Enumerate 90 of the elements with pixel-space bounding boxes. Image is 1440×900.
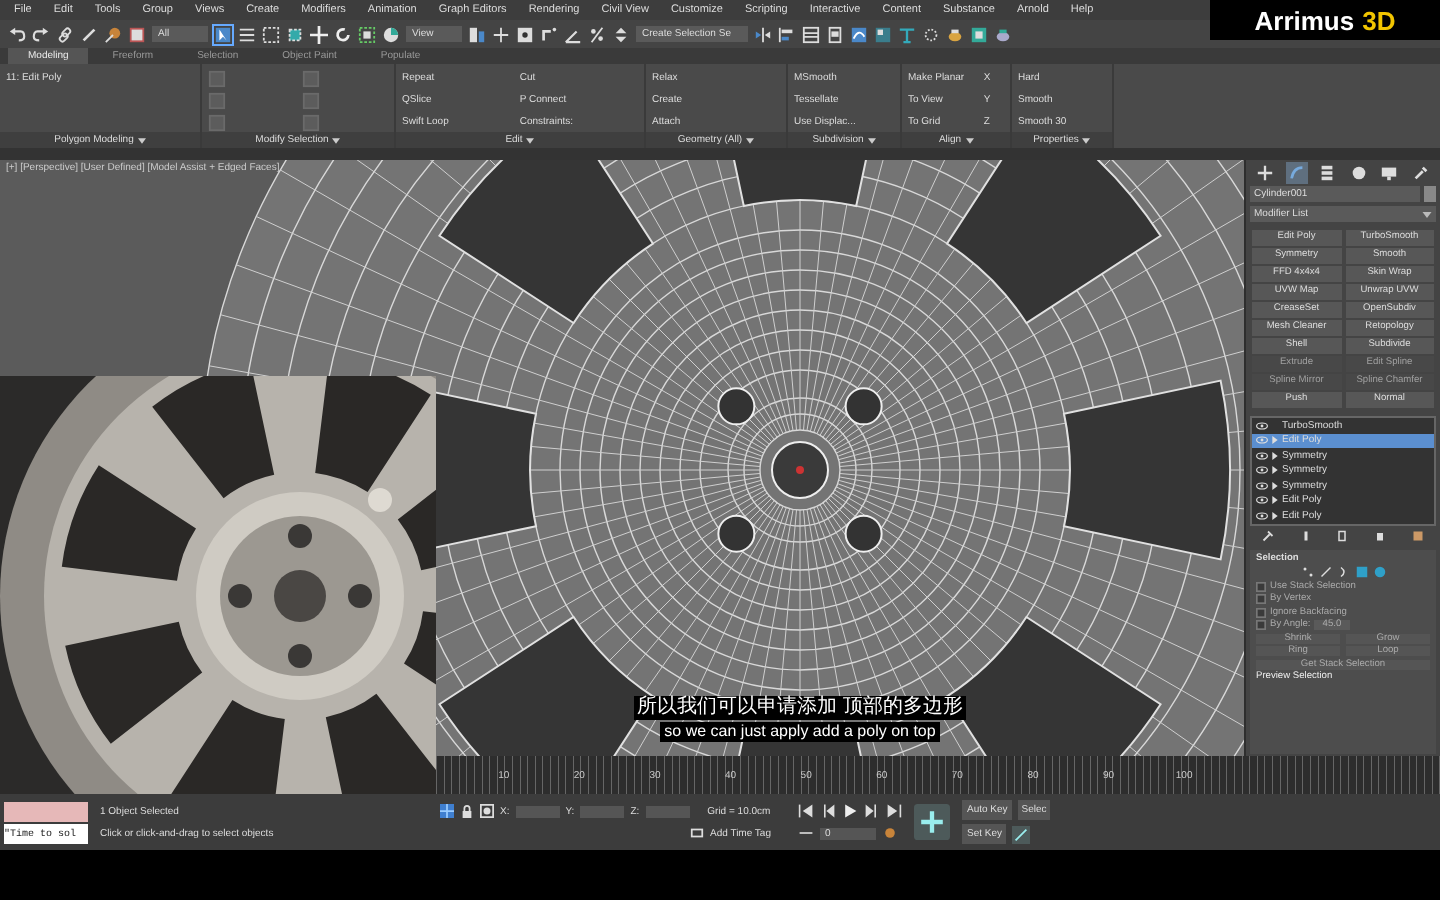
crosshair-icon[interactable] xyxy=(492,25,510,43)
play-icon[interactable] xyxy=(842,804,859,818)
modify-tab-icon[interactable] xyxy=(1285,161,1308,183)
caret-icon xyxy=(526,137,535,143)
caret-icon xyxy=(965,137,974,143)
lock-icon[interactable] xyxy=(460,804,474,818)
eye-icon[interactable] xyxy=(1256,496,1268,505)
key-mode-icon[interactable] xyxy=(798,826,815,840)
link-icon[interactable] xyxy=(56,25,74,43)
time-config-icon[interactable] xyxy=(882,826,899,840)
configure-icon[interactable] xyxy=(1411,529,1424,541)
bind-icon[interactable] xyxy=(104,25,122,43)
snap-icon[interactable] xyxy=(540,25,558,43)
select-icon[interactable] xyxy=(214,25,232,43)
teapot-icon[interactable] xyxy=(994,25,1012,43)
checkbox[interactable] xyxy=(1256,581,1266,591)
expand-arrow-icon[interactable] xyxy=(1272,511,1278,520)
delete-icon[interactable] xyxy=(1374,529,1387,541)
spinner-snap-icon[interactable] xyxy=(612,25,630,43)
checkbox[interactable] xyxy=(1256,594,1266,604)
percent-snap-icon[interactable] xyxy=(588,25,606,43)
align-icon[interactable] xyxy=(778,25,796,43)
expand-arrow-icon[interactable] xyxy=(1272,496,1278,505)
rotate-icon[interactable] xyxy=(334,25,352,43)
pie-icon[interactable] xyxy=(382,25,400,43)
unique-icon[interactable] xyxy=(1336,529,1349,541)
region-icon[interactable] xyxy=(262,25,280,43)
eye-icon[interactable] xyxy=(1256,451,1268,460)
show-result-icon[interactable] xyxy=(1299,529,1312,541)
schematic-icon[interactable] xyxy=(874,25,892,43)
add-key-icon[interactable] xyxy=(914,804,951,840)
expand-arrow-icon[interactable] xyxy=(1272,466,1278,475)
frame-icon[interactable] xyxy=(970,25,988,43)
subtitle: 所以我们可以申请添加 顶部的多边形 xyxy=(633,696,967,720)
polygon-icon[interactable] xyxy=(1355,566,1367,578)
motion-tab-icon[interactable] xyxy=(1347,161,1370,183)
undo-icon[interactable] xyxy=(8,25,26,43)
caret-icon xyxy=(1082,137,1091,143)
utilities-tab-icon[interactable] xyxy=(1409,161,1432,183)
coordinate-field[interactable] xyxy=(515,805,560,817)
mirror-icon[interactable] xyxy=(754,25,772,43)
unlink-icon[interactable] xyxy=(80,25,98,43)
curve-editor-icon[interactable] xyxy=(850,25,868,43)
caret-icon xyxy=(137,137,146,143)
color-swatch[interactable] xyxy=(1424,186,1436,202)
eye-icon[interactable] xyxy=(1256,421,1268,430)
angle-snap-icon[interactable] xyxy=(564,25,582,43)
window-icon[interactable] xyxy=(286,25,304,43)
caret-icon xyxy=(746,137,755,143)
material-icon[interactable] xyxy=(898,25,916,43)
checkbox[interactable] xyxy=(1256,607,1266,617)
checkbox[interactable] xyxy=(1256,620,1266,630)
subtitle: so we can just apply add a poly on top xyxy=(660,722,940,742)
tag-icon[interactable] xyxy=(690,826,704,840)
layers-icon[interactable] xyxy=(802,25,820,43)
eye-icon[interactable] xyxy=(1256,466,1268,475)
pin-stack-icon[interactable] xyxy=(1262,529,1275,541)
caret-icon xyxy=(867,137,876,143)
redo-icon[interactable] xyxy=(32,25,50,43)
listener-output-field[interactable] xyxy=(4,801,88,821)
expand-arrow-icon[interactable] xyxy=(1272,481,1278,490)
panel-icon[interactable] xyxy=(826,25,844,43)
render-setup-icon[interactable] xyxy=(922,25,940,43)
key-filters-icon[interactable] xyxy=(1012,825,1030,843)
create-tab-icon[interactable] xyxy=(1254,161,1277,183)
next-frame-icon[interactable] xyxy=(864,804,881,818)
caret-icon xyxy=(1422,211,1432,217)
element-icon[interactable] xyxy=(1373,566,1385,578)
transform-mode-icon[interactable] xyxy=(480,804,494,818)
eye-icon[interactable] xyxy=(1256,481,1268,490)
logo-text: Arrimus xyxy=(1254,5,1355,35)
scale-icon[interactable] xyxy=(358,25,376,43)
move-icon[interactable] xyxy=(310,25,328,43)
edge-icon[interactable] xyxy=(1319,566,1331,578)
caret-icon xyxy=(332,137,341,143)
go-to-end-icon[interactable] xyxy=(886,804,903,818)
expand-arrow-icon[interactable] xyxy=(1272,451,1278,460)
vertex-icon[interactable] xyxy=(1301,566,1313,578)
list-icon[interactable] xyxy=(238,25,256,43)
coordinate-field[interactable] xyxy=(580,805,625,817)
previous-frame-icon[interactable] xyxy=(820,804,837,818)
pin-icon[interactable] xyxy=(516,25,534,43)
teapot-icon[interactable] xyxy=(946,25,964,43)
image-icon[interactable] xyxy=(128,25,146,43)
border-icon[interactable] xyxy=(1337,566,1349,578)
go-to-start-icon[interactable] xyxy=(798,804,815,818)
pivot-icon[interactable] xyxy=(468,25,486,43)
logo-suffix: 3D xyxy=(1362,5,1396,35)
eye-icon[interactable] xyxy=(1256,511,1268,520)
coordinate-field[interactable] xyxy=(645,805,690,817)
